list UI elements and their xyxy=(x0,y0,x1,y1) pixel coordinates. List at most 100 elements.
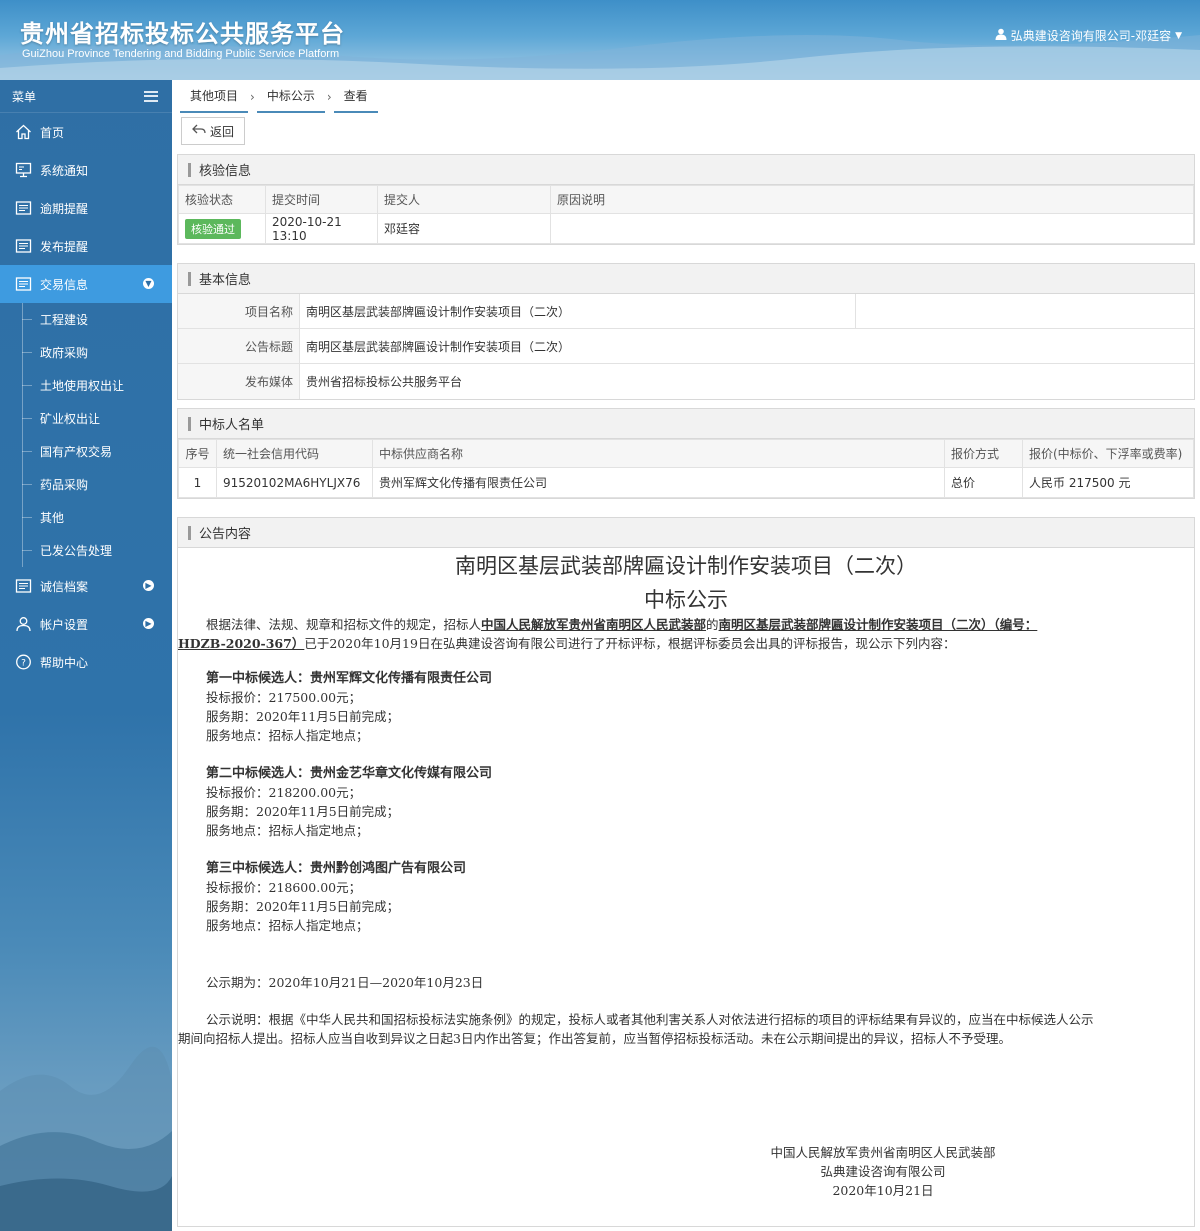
table-row: 核验通过 2020-10-21 13:10 邓廷容 xyxy=(178,213,1194,244)
chevron-right-icon: ▶ xyxy=(143,618,154,629)
nav-item-label: 交易信息 xyxy=(40,277,89,292)
sub-item-state-property[interactable]: 国有产权交易 xyxy=(0,435,172,468)
reason xyxy=(550,213,1194,244)
candidate-2: 第二中标候选人：贵州金艺华章文化传媒有限公司 投标报价：218200.00元； … xyxy=(206,764,492,840)
candidate-period: 服务期：2020年11月5日前完成； xyxy=(206,804,400,819)
nav-item-account-settings[interactable]: 帐户设置 ▶ xyxy=(0,605,172,643)
candidate-period: 服务期：2020年11月5日前完成； xyxy=(206,899,400,914)
nav-item-help-center[interactable]: ? 帮助中心 xyxy=(0,643,172,681)
sub-item-government-procurement[interactable]: 政府采购 xyxy=(0,336,172,369)
nav-item-label: 首页 xyxy=(40,125,65,140)
nav-item-label: 帐户设置 xyxy=(40,617,89,632)
nav-item-credit-archive[interactable]: 诚信档案 ▶ xyxy=(0,567,172,605)
info-value: 南明区基层武装部牌匾设计制作安装项目（二次） xyxy=(306,339,571,354)
tenderer-name: 中国人民解放军贵州省南明区人民武装部 xyxy=(481,617,707,632)
hamburger-icon[interactable] xyxy=(144,90,158,102)
user-icon xyxy=(995,28,1007,43)
info-label: 项目名称 xyxy=(178,294,300,328)
user-menu[interactable]: 弘典建设咨询有限公司-邓廷容 ▼ xyxy=(995,27,1182,44)
winners-panel-title: 中标人名单 xyxy=(178,409,1194,439)
nav-item-trade-info[interactable]: 交易信息 ▼ xyxy=(0,265,172,303)
main-content: 其他项目 › 中标公示 › 查看 返回 核验信息 核验状态 提交时间 提交人 原… xyxy=(172,80,1200,1231)
candidate-title: 第三中标候选人：贵州黔创鸿图广告有限公司 xyxy=(206,861,467,876)
table-header: 原因说明 xyxy=(550,185,1194,214)
signature-tenderer: 中国人民解放军贵州省南明区人民武装部 xyxy=(770,1145,996,1160)
sub-item-land-use[interactable]: 土地使用权出让 xyxy=(0,369,172,402)
notice-period: 公示期为：2020年10月21日—2020年10月23日 xyxy=(206,975,484,990)
verify-panel: 核验信息 核验状态 提交时间 提交人 原因说明 核验通过 2020-10-21 … xyxy=(177,154,1195,245)
menu-header: 菜单 xyxy=(0,80,172,113)
table-row: 1 91520102MA6HYLJX76 贵州军辉文化传播有限责任公司 总价 人… xyxy=(178,467,1194,498)
monitor-icon xyxy=(14,161,32,179)
back-icon xyxy=(192,124,206,138)
breadcrumb-other-projects[interactable]: 其他项目 xyxy=(180,80,249,113)
submitter: 邓廷容 xyxy=(377,213,551,244)
sub-item-other[interactable]: 其他 xyxy=(0,501,172,534)
table-header: 提交人 xyxy=(377,185,551,214)
verify-table: 核验状态 提交时间 提交人 原因说明 核验通过 2020-10-21 13:10… xyxy=(178,185,1194,244)
quote-method: 总价 xyxy=(944,467,1023,498)
sub-item-engineering[interactable]: 工程建设 xyxy=(0,303,172,336)
info-label: 发布媒体 xyxy=(178,364,300,399)
submit-time: 2020-10-21 13:10 xyxy=(265,213,378,244)
sub-item-published-notices[interactable]: 已发公告处理 xyxy=(0,534,172,567)
candidate-3: 第三中标候选人：贵州黔创鸿图广告有限公司 投标报价：218600.00元； 服务… xyxy=(206,859,466,935)
winners-table: 序号 统一社会信用代码 中标供应商名称 报价方式 报价(中标价、下浮率或费率) … xyxy=(178,439,1194,498)
info-row-project-name: 项目名称 南明区基层武装部牌匾设计制作安装项目（二次） xyxy=(178,294,1194,329)
chevron-right-icon: › xyxy=(250,89,255,104)
table-header: 提交时间 xyxy=(265,185,378,214)
verify-panel-title: 核验信息 xyxy=(178,155,1194,185)
chevron-right-icon: ▶ xyxy=(143,580,154,591)
breadcrumb-view[interactable]: 查看 xyxy=(333,80,378,113)
signature-agency: 弘典建设咨询有限公司 xyxy=(820,1164,946,1179)
sidebar-mountain-decoration xyxy=(0,1046,172,1231)
candidate-price: 投标报价：218600.00元； xyxy=(206,880,362,895)
nav-item-home[interactable]: 首页 xyxy=(0,113,172,151)
basic-info-panel: 基本信息 项目名称 南明区基层武装部牌匾设计制作安装项目（二次） 公告标题 南明… xyxy=(177,263,1195,400)
chevron-down-icon: ▼ xyxy=(143,278,154,289)
list-icon xyxy=(14,199,32,217)
quote-price: 人民币 217500 元 xyxy=(1022,467,1194,498)
nav-item-label: 诚信档案 xyxy=(40,579,89,594)
supplier-name: 贵州军辉文化传播有限责任公司 xyxy=(372,467,945,498)
nav-item-label: 帮助中心 xyxy=(40,655,89,670)
project-name-link: 南明区基层武装部牌匾设计制作安装项目（二次）（编号： xyxy=(718,617,1038,632)
breadcrumb-award-notice[interactable]: 中标公示 xyxy=(256,80,325,113)
chevron-right-icon: › xyxy=(326,89,332,104)
info-value: 贵州省招标投标公共服务平台 xyxy=(306,375,463,389)
info-value: 南明区基层武装部牌匾设计制作安装项目（二次） xyxy=(300,294,856,328)
notice-intro-line1: 根据法律、法规、规章和招标文件的规定，招标人中国人民解放军贵州省南明区人民武装部… xyxy=(206,617,1038,632)
nav-item-system-notice[interactable]: 系统通知 xyxy=(0,151,172,189)
nav-item-publish-reminder[interactable]: 发布提醒 xyxy=(0,227,172,265)
notice-intro-line2: HDZB-2020-367）已于2020年10月19日在弘典建设咨询有限公司进行… xyxy=(178,636,956,651)
nav-item-label: 系统通知 xyxy=(40,163,89,178)
winners-panel: 中标人名单 序号 统一社会信用代码 中标供应商名称 报价方式 报价(中标价、下浮… xyxy=(177,408,1195,499)
notice-panel-title: 公告内容 xyxy=(178,518,1194,548)
table-header: 报价(中标价、下浮率或费率) xyxy=(1022,439,1194,468)
nav-item-overdue-reminder[interactable]: 逾期提醒 xyxy=(0,189,172,227)
candidate-place: 服务地点：招标人指定地点； xyxy=(206,728,369,743)
notice-explain-line2: 期间向招标人提出。招标人应当自收到异议之日起3日内作出答复；作出答复前，应当暂停… xyxy=(178,1031,1011,1046)
list-icon xyxy=(14,577,32,595)
caret-down-icon: ▼ xyxy=(1175,30,1182,41)
info-row-media: 发布媒体 贵州省招标投标公共服务平台 xyxy=(178,364,1194,399)
breadcrumb: 其他项目 › 中标公示 › 查看 xyxy=(180,80,378,113)
status-badge: 核验通过 xyxy=(185,218,241,239)
svg-text:?: ? xyxy=(21,659,26,669)
back-button[interactable]: 返回 xyxy=(181,117,246,145)
candidate-period: 服务期：2020年11月5日前完成； xyxy=(206,709,400,724)
help-icon: ? xyxy=(14,653,32,671)
site-subtitle: GuiZhou Province Tendering and Bidding P… xyxy=(22,48,340,60)
notice-body: 南明区基层武装部牌匾设计制作安装项目（二次） 中标公示 根据法律、法规、规章和招… xyxy=(178,548,1194,1220)
table-header: 核验状态 xyxy=(178,185,266,214)
sub-item-mining-rights[interactable]: 矿业权出让 xyxy=(0,402,172,435)
user-name: 弘典建设咨询有限公司-邓廷容 xyxy=(1010,29,1172,43)
signature-date: 2020年10月21日 xyxy=(832,1183,934,1198)
list-icon xyxy=(14,275,32,293)
menu-label: 菜单 xyxy=(12,89,37,104)
candidate-title: 第一中标候选人：贵州军辉文化传播有限责任公司 xyxy=(206,671,493,686)
table-header: 统一社会信用代码 xyxy=(216,439,373,468)
candidate-1: 第一中标候选人：贵州军辉文化传播有限责任公司 投标报价：217500.00元； … xyxy=(206,669,492,745)
table-header: 报价方式 xyxy=(944,439,1023,468)
sub-item-drug-procurement[interactable]: 药品采购 xyxy=(0,468,172,501)
